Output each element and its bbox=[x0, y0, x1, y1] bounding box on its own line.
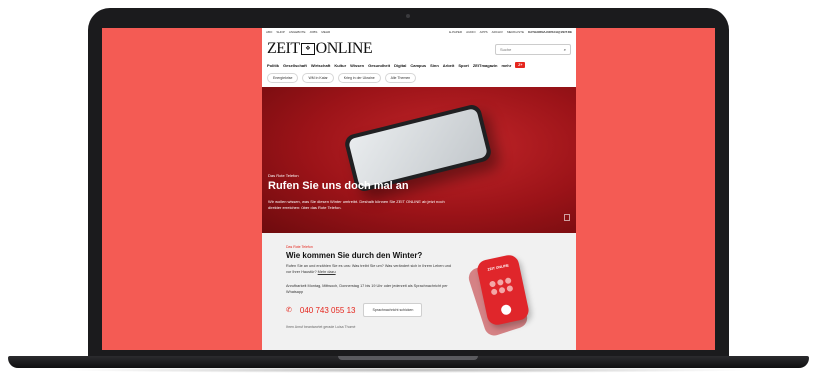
section-headline: Wie kommen Sie durch den Winter? bbox=[286, 251, 423, 260]
main-navigation: Politik Gesellschaft Wirtschaft Kultur W… bbox=[262, 59, 576, 71]
phone-number-link[interactable]: 040 743 055 13 bbox=[300, 306, 356, 315]
search-icon[interactable]: ⌕ bbox=[564, 47, 566, 52]
top-utility-bar: ABO SHOP ANGEBOTE JOBS MEHR E-PAPER AUDI… bbox=[262, 28, 576, 36]
red-phone-brand: ZEIT ONLINE bbox=[487, 263, 510, 272]
top-link-mehr[interactable]: MEHR bbox=[321, 30, 330, 34]
section-hours-text: Anrufbarkeit Montag, Mittwoch, Donnersta… bbox=[286, 284, 448, 294]
top-link-audio[interactable]: AUDIO bbox=[466, 30, 476, 34]
red-phone-keypad bbox=[488, 277, 514, 296]
keypad-key bbox=[496, 278, 504, 286]
red-phone-section: Das Rote Telefon Wie kommen Sie durch de… bbox=[262, 233, 576, 350]
nav-item-kultur[interactable]: Kultur bbox=[334, 63, 346, 68]
top-link-apps[interactable]: APPS bbox=[480, 30, 488, 34]
chip-krieg-ukraine[interactable]: Krieg in der Ukraine bbox=[337, 73, 381, 83]
top-links-left: ABO SHOP ANGEBOTE JOBS MEHR bbox=[266, 30, 330, 34]
hero-teaser[interactable]: Das Rote Telefon Rufen Sie uns doch mal … bbox=[262, 87, 576, 233]
keypad-key bbox=[498, 286, 506, 294]
chip-alle-themen[interactable]: Alle Themen bbox=[384, 73, 417, 83]
bookmark-icon[interactable] bbox=[564, 214, 570, 221]
phone-contact-row: ✆ 040 743 055 13 Sprachnachricht schicke… bbox=[286, 303, 423, 317]
mehr-dazu-link[interactable]: Mehr dazu bbox=[318, 270, 336, 274]
nav-item-wissen[interactable]: Wissen bbox=[350, 63, 364, 68]
keypad-key bbox=[488, 280, 497, 288]
section-kicker: Das Rote Telefon bbox=[286, 245, 313, 249]
nav-item-sinn[interactable]: Sinn bbox=[430, 63, 439, 68]
masthead: ZEIT ❖ ONLINE ⌕ bbox=[262, 36, 576, 59]
nav-item-arbeit[interactable]: Arbeit bbox=[443, 63, 455, 68]
nav-item-zeitmagazin[interactable]: ZEITmagazin bbox=[473, 63, 498, 68]
laptop-shadow bbox=[60, 367, 757, 373]
red-phone-dial-button bbox=[500, 303, 513, 316]
nav-item-mehr[interactable]: mehr bbox=[501, 63, 511, 68]
top-link-jobs[interactable]: JOBS bbox=[310, 30, 318, 34]
top-links-right: E-PAPER AUDIO APPS ARCHIV MERKLISTE KATH… bbox=[449, 30, 572, 34]
topic-chips: Energiekrise WM in Katar Krieg in der Uk… bbox=[262, 71, 576, 87]
laptop-screen: ABO SHOP ANGEBOTE JOBS MEHR E-PAPER AUDI… bbox=[102, 28, 715, 350]
nav-item-wirtschaft[interactable]: Wirtschaft bbox=[311, 63, 331, 68]
top-link-archiv[interactable]: ARCHIV bbox=[492, 30, 503, 34]
logo-text-left: ZEIT bbox=[267, 40, 300, 57]
nav-item-gesundheit[interactable]: Gesundheit bbox=[368, 63, 390, 68]
website-page: ABO SHOP ANGEBOTE JOBS MEHR E-PAPER AUDI… bbox=[262, 28, 576, 350]
top-link-epaper[interactable]: E-PAPER bbox=[449, 30, 462, 34]
voice-message-button[interactable]: Sprachnachricht schicken bbox=[363, 303, 423, 317]
user-account-link[interactable]: KATHARINA.KIRSCH@ZEIT.DE bbox=[528, 30, 572, 34]
phone-icon: ✆ bbox=[286, 307, 292, 314]
nav-item-politik[interactable]: Politik bbox=[267, 63, 279, 68]
site-logo[interactable]: ZEIT ❖ ONLINE bbox=[267, 40, 373, 58]
keypad-key bbox=[504, 277, 512, 285]
section-footer-note: Ihren Anruf beantwortet gerade Luisa Tho… bbox=[286, 325, 356, 329]
chip-wm-katar[interactable]: WM in Katar bbox=[302, 73, 334, 83]
top-link-merkliste[interactable]: MERKLISTE bbox=[507, 30, 524, 34]
hero-headline[interactable]: Rufen Sie uns doch mal an bbox=[268, 180, 409, 192]
hero-kicker: Das Rote Telefon bbox=[268, 173, 299, 178]
section-text: Rufen Sie an und erzählen Sie es uns: Wa… bbox=[286, 264, 456, 275]
laptop-lid: ABO SHOP ANGEBOTE JOBS MEHR E-PAPER AUDI… bbox=[88, 8, 729, 360]
search-box: ⌕ bbox=[495, 43, 571, 55]
keypad-key bbox=[490, 288, 498, 296]
keypad-key bbox=[506, 284, 514, 293]
logo-text-right: ONLINE bbox=[315, 40, 373, 57]
top-link-shop[interactable]: SHOP bbox=[276, 30, 285, 34]
nav-item-digital[interactable]: Digital bbox=[394, 63, 406, 68]
camera-icon bbox=[406, 14, 410, 18]
top-link-angebote[interactable]: ANGEBOTE bbox=[289, 30, 306, 34]
nav-item-gesellschaft[interactable]: Gesellschaft bbox=[283, 63, 307, 68]
nav-item-campus[interactable]: Campus bbox=[410, 63, 426, 68]
nav-item-sport[interactable]: Sport bbox=[458, 63, 468, 68]
top-link-abo[interactable]: ABO bbox=[266, 30, 272, 34]
chip-energiekrise[interactable]: Energiekrise bbox=[267, 73, 299, 83]
eagle-emblem-icon: ❖ bbox=[300, 43, 315, 55]
smartphone-screen bbox=[347, 107, 489, 189]
search-input[interactable] bbox=[500, 46, 550, 52]
hero-teaser-text: Wir wollen wissen, was Sie diesen Winter… bbox=[268, 199, 445, 210]
section-text-body: Rufen Sie an und erzählen Sie es uns: Wa… bbox=[286, 264, 451, 274]
abo-plus-button[interactable]: Z+ bbox=[515, 62, 526, 68]
laptop-base-notch bbox=[338, 356, 478, 360]
